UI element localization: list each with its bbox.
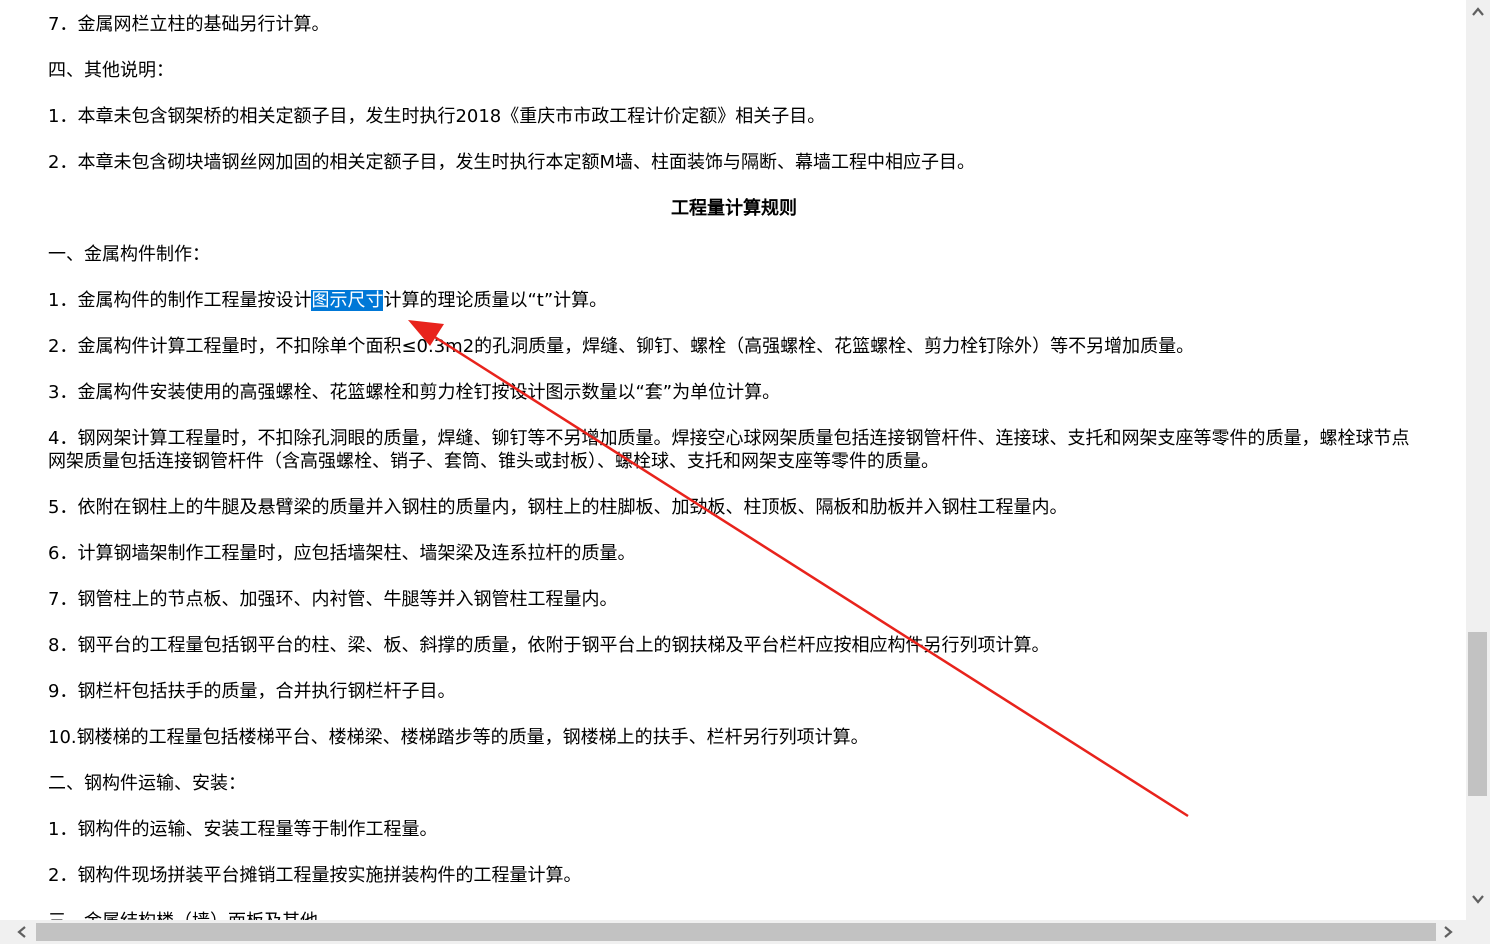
chevron-left-icon-svg [17, 926, 26, 938]
vertical-scroll-thumb[interactable] [1468, 632, 1487, 796]
selected-text[interactable]: 图示尺寸 [311, 290, 384, 311]
paragraph: 4．钢网架计算工程量时，不扣除孔洞眼的质量，焊缝、铆钉等不另增加质量。焊接空心球… [48, 428, 1410, 472]
paragraph: 3．金属构件安装使用的高强螺栓、花篮螺栓和剪力栓钉按设计图示数量以“套”为单位计… [48, 382, 781, 403]
chevron-right-icon[interactable] [1436, 921, 1460, 943]
chevron-right-icon-svg [1444, 926, 1453, 938]
section-heading: 二、钢构件运输、安装： [48, 773, 246, 794]
paragraph: 6．计算钢墙架制作工程量时，应包括墙架柱、墙架梁及连系拉杆的质量。 [48, 543, 636, 564]
chevron-down-icon[interactable] [1466, 888, 1490, 910]
paragraph: 2．钢构件现场拼装平台摊销工程量按实施拼装构件的工程量计算。 [48, 865, 582, 886]
paragraph: 9．钢栏杆包括扶手的质量，合并执行钢栏杆子目。 [48, 681, 456, 702]
paragraph: 8．钢平台的工程量包括钢平台的柱、梁、板、斜撑的质量，依附于钢平台上的钢扶梯及平… [48, 635, 1050, 656]
paragraph-with-selection: 1．金属构件的制作工程量按设计图示尺寸计算的理论质量以“t”计算。 [48, 289, 607, 312]
paragraph: 7．金属网栏立柱的基础另行计算。 [48, 14, 330, 35]
chevron-down-icon-svg [1472, 895, 1484, 904]
document-viewport[interactable]: 7．金属网栏立柱的基础另行计算。 四、其他说明： 1．本章未包含钢架桥的相关定额… [0, 0, 1466, 920]
paragraph: 2．本章未包含砌块墙钢丝网加固的相关定额子目，发生时执行本定额M墙、柱面装饰与隔… [48, 152, 975, 173]
document-title: 工程量计算规则 [671, 198, 797, 219]
section-heading: 四、其他说明： [48, 60, 174, 81]
paragraph: 1．钢构件的运输、安装工程量等于制作工程量。 [48, 819, 438, 840]
text-span: 1．金属构件的制作工程量按设计 [48, 290, 312, 311]
section-heading: 一、金属构件制作： [48, 244, 210, 265]
horizontal-scroll-thumb[interactable] [36, 923, 1436, 941]
paragraph: 5．依附在钢柱上的牛腿及悬臂梁的质量并入钢柱的质量内，钢柱上的柱脚板、加劲板、柱… [48, 497, 1068, 518]
chevron-up-icon[interactable] [1466, 0, 1490, 22]
scrollbar-corner [1466, 920, 1490, 944]
chevron-left-icon[interactable] [10, 921, 34, 943]
section-heading: 三、金属结构楼（墙）面板及其他 [48, 910, 318, 920]
chevron-up-icon-svg [1472, 7, 1484, 16]
paragraph: 2．金属构件计算工程量时，不扣除单个面积≤0.3m2的孔洞质量，焊缝、铆钉、螺栓… [48, 336, 1195, 357]
paragraph: 10.钢楼梯的工程量包括楼梯平台、楼梯梁、楼梯踏步等的质量，钢楼梯上的扶手、栏杆… [48, 727, 869, 748]
paragraph: 7．钢管柱上的节点板、加强环、内衬管、牛腿等并入钢管柱工程量内。 [48, 589, 618, 610]
paragraph: 1．本章未包含钢架桥的相关定额子目，发生时执行2018《重庆市市政工程计价定额》… [48, 106, 826, 127]
text-span: 计算的理论质量以“t”计算。 [383, 290, 608, 311]
